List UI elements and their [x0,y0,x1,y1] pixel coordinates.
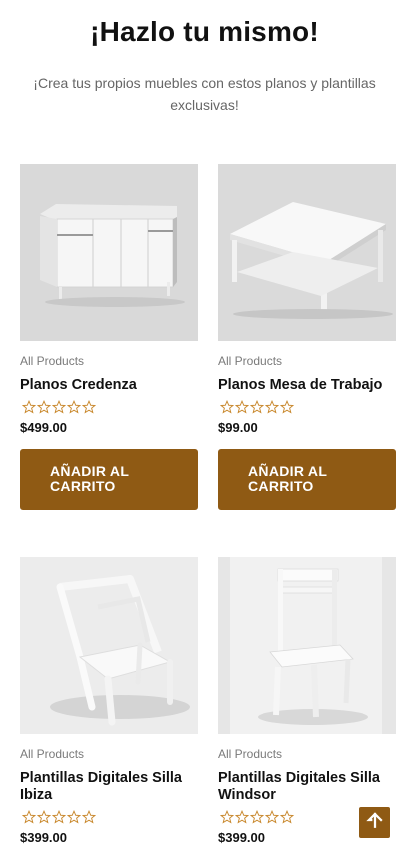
star-icon [249,399,265,414]
star-icon [279,809,295,824]
product-category[interactable]: All Products [20,747,198,761]
product-card: All Products Plantillas Digitales Silla … [20,557,198,845]
star-icon [21,399,37,414]
rating-stars [20,399,198,414]
star-icon [81,809,97,824]
product-image-work-table[interactable] [218,164,396,341]
star-icon [66,399,82,414]
star-icon [279,399,295,414]
star-icon [249,809,265,824]
star-icon [81,399,97,414]
star-icon [219,399,235,414]
product-name[interactable]: Planos Mesa de Trabajo [218,377,396,394]
product-name[interactable]: Plantillas Digitales Silla Windsor [218,770,396,804]
star-icon [234,399,250,414]
product-image-credenza[interactable] [20,164,198,341]
product-card: All Products Planos Credenza $499.00 AÑA… [20,164,198,510]
product-name[interactable]: Planos Credenza [20,377,198,394]
product-category[interactable]: All Products [218,747,396,761]
product-price: $399.00 [20,830,67,845]
star-icon [36,809,52,824]
scroll-to-top-button[interactable] [359,807,390,838]
star-icon [21,809,37,824]
add-to-cart-button[interactable]: AÑADIR AL CARRITO [218,449,396,510]
star-icon [234,809,250,824]
rating-stars [20,809,198,824]
star-icon [219,809,235,824]
product-category[interactable]: All Products [20,354,198,368]
product-price: $499.00 [20,420,67,435]
star-icon [51,399,67,414]
product-image-windsor-chair[interactable] [218,557,396,734]
star-icon [264,809,280,824]
rating-stars [218,399,396,414]
star-icon [36,399,52,414]
product-name[interactable]: Plantillas Digitales Silla Ibiza [20,770,198,804]
page-title: ¡Hazlo tu mismo! [90,16,319,47]
star-icon [51,809,67,824]
star-icon [66,809,82,824]
star-icon [264,399,280,414]
product-price: $99.00 [218,420,258,435]
page-subtitle: ¡Crea tus propios muebles con estos plan… [33,75,376,113]
product-image-ibiza-chair[interactable] [20,557,198,734]
add-to-cart-button[interactable]: AÑADIR AL CARRITO [20,449,198,510]
product-card: All Products Planos Mesa de Trabajo $99.… [218,164,396,510]
product-category[interactable]: All Products [218,354,396,368]
arrow-up-icon [365,811,384,834]
product-card: All Products Plantillas Digitales Silla … [218,557,396,845]
